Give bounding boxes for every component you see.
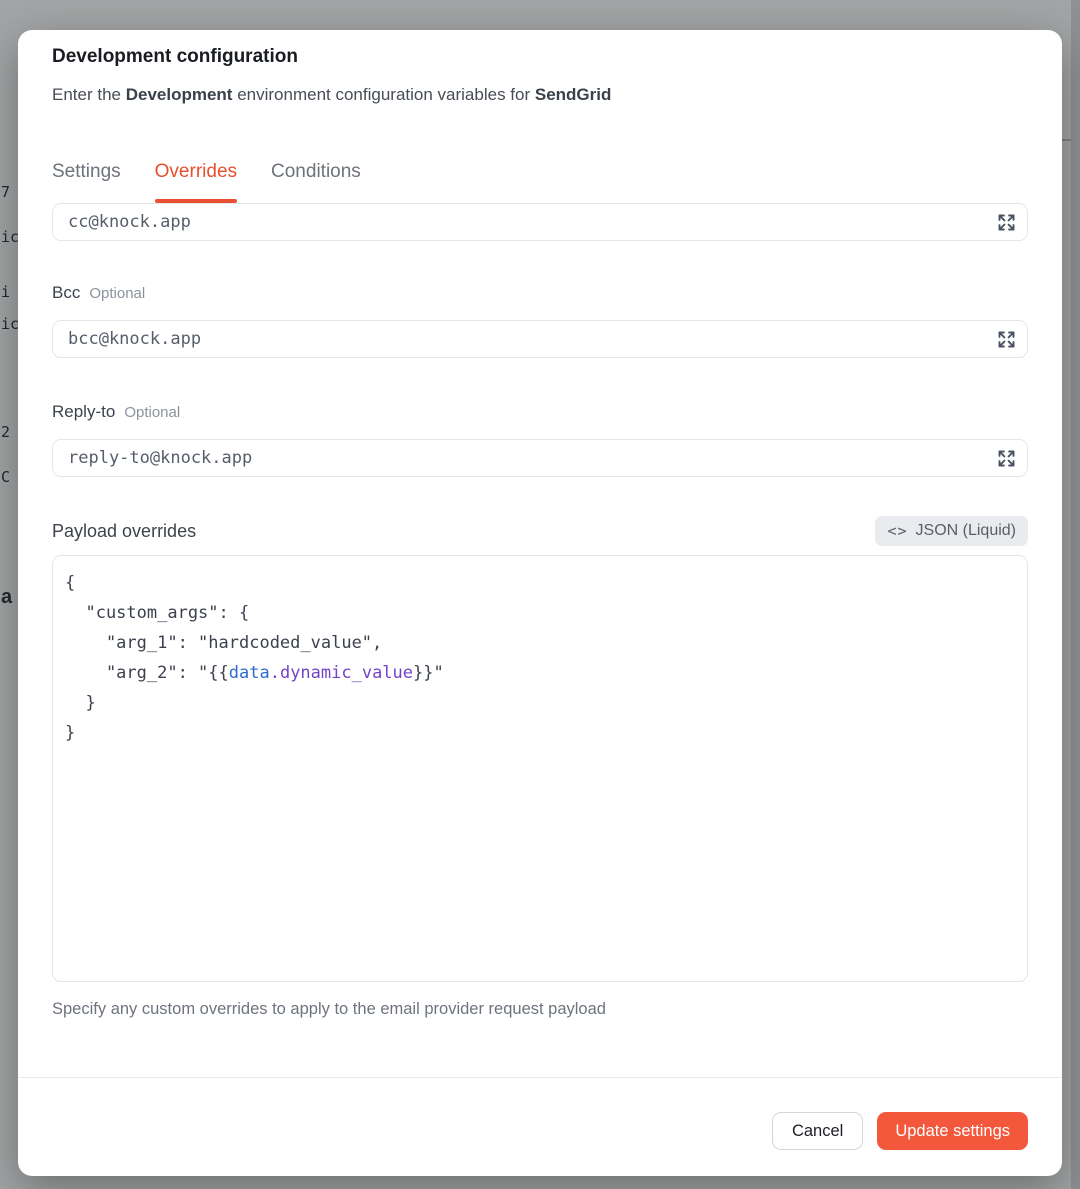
subtitle-provider-name: SendGrid [535, 85, 612, 104]
development-configuration-dialog: Development configuration Enter the Deve… [18, 30, 1062, 1176]
footer-divider [18, 1077, 1062, 1078]
code-line: "custom_args": { [65, 598, 1015, 628]
bcc-field-wrap [52, 320, 1028, 358]
code-token: }}" [413, 663, 444, 683]
cc-expand-button[interactable] [995, 211, 1017, 233]
background-text-fragment: 7 [1, 183, 18, 201]
cc-field-wrap [52, 203, 1028, 241]
code-line: "arg_1": "hardcoded_value", [65, 628, 1015, 658]
code-token-variable: data [229, 663, 270, 683]
expand-icon [996, 448, 1017, 469]
background-text-fragment: C [1, 468, 18, 486]
bcc-label: Bcc [52, 282, 80, 304]
json-liquid-badge: <> JSON (Liquid) [875, 516, 1028, 546]
tab-overrides-label: Overrides [155, 161, 237, 182]
subtitle-environment-name: Development [126, 85, 233, 104]
reply-to-input[interactable] [53, 440, 1027, 476]
payload-overrides-label: Payload overrides [52, 519, 196, 543]
bcc-expand-button[interactable] [995, 328, 1017, 350]
dialog-header: Development configuration Enter the Deve… [18, 30, 1062, 203]
code-icon: <> [887, 522, 907, 540]
tab-bar: Settings Overrides Conditions [52, 157, 1028, 203]
dialog-subtitle: Enter the Development environment config… [52, 83, 1028, 107]
background-text-fragment: ic [1, 228, 18, 246]
subtitle-middle: environment configuration variables for [232, 85, 534, 104]
reply-to-field-wrap [52, 439, 1028, 477]
tab-overrides[interactable]: Overrides [155, 157, 237, 203]
tab-conditions[interactable]: Conditions [271, 157, 361, 203]
reply-to-optional-hint: Optional [124, 404, 180, 421]
cc-input[interactable] [53, 204, 1027, 240]
expand-icon [996, 329, 1017, 350]
code-line: { [65, 568, 1015, 598]
bcc-optional-hint: Optional [89, 285, 145, 302]
code-token: "arg_2": "{{ [65, 663, 229, 683]
tab-settings-label: Settings [52, 161, 121, 182]
background-text-fragment: ic [1, 315, 18, 333]
expand-icon [996, 212, 1017, 233]
overrides-form: Bcc Optional Reply-to Optional [18, 203, 1062, 1020]
code-line: "arg_2": "{{data.dynamic_value}}" [65, 658, 1015, 688]
reply-to-expand-button[interactable] [995, 447, 1017, 469]
payload-helper-text: Specify any custom overrides to apply to… [52, 998, 1028, 1020]
subtitle-prefix: Enter the [52, 85, 126, 104]
bcc-label-row: Bcc Optional [52, 282, 1028, 304]
dialog-title: Development configuration [52, 43, 1028, 71]
tab-settings[interactable]: Settings [52, 157, 121, 203]
reply-to-label-row: Reply-to Optional [52, 401, 1028, 423]
background-text-fragment: 2 [1, 423, 18, 441]
code-line: } [65, 718, 1015, 748]
code-line: } [65, 688, 1015, 718]
dialog-footer: Cancel Update settings [772, 1112, 1028, 1150]
background-text-fragment: i [1, 283, 18, 301]
reply-to-label: Reply-to [52, 401, 115, 423]
json-liquid-badge-label: JSON (Liquid) [916, 522, 1016, 540]
payload-overrides-header: Payload overrides <> JSON (Liquid) [52, 516, 1028, 546]
background-text-fragment: a [1, 586, 18, 608]
update-settings-button[interactable]: Update settings [877, 1112, 1028, 1150]
page-scrollbar[interactable] [1071, 0, 1080, 1189]
code-token-property: .dynamic_value [270, 663, 413, 683]
tab-conditions-label: Conditions [271, 161, 361, 182]
cancel-button[interactable]: Cancel [772, 1112, 863, 1150]
bcc-input[interactable] [53, 321, 1027, 357]
payload-overrides-editor[interactable]: { "custom_args": { "arg_1": "hardcoded_v… [52, 555, 1028, 982]
